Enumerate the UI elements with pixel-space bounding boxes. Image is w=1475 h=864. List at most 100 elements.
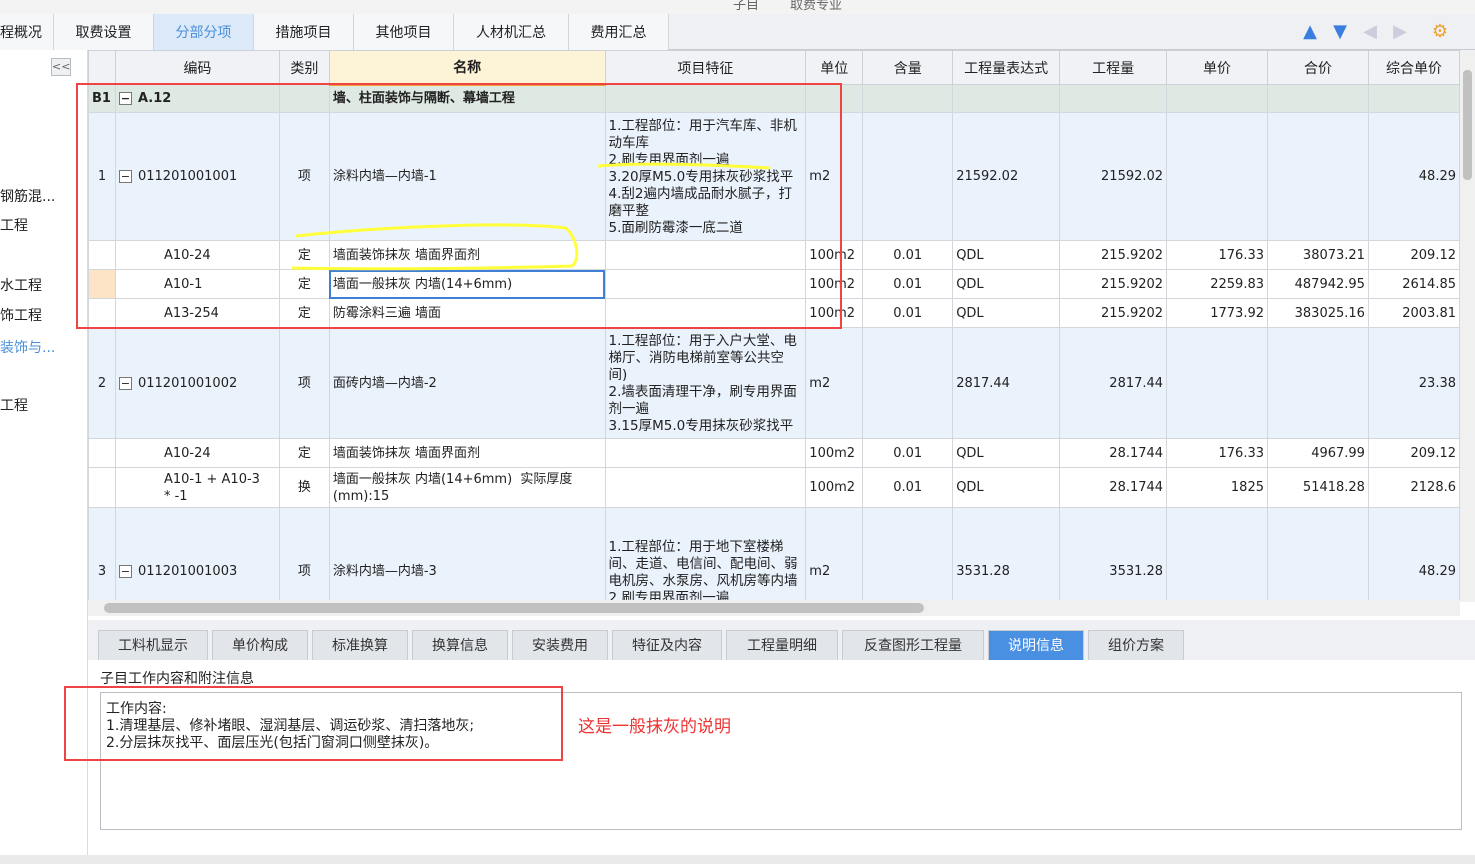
total-cell[interactable] <box>1267 112 1369 241</box>
table-row[interactable]: 3 −011201001003 项 涂料内墙—内墙-3 1.工程部位：用于地下室… <box>88 507 1460 602</box>
quantity-cell[interactable]: 215.9202 <box>1059 240 1168 270</box>
table-row[interactable]: A10-24 定 墙面装饰抹灰 墙面界面剂 100m2 0.01 QDL 28.… <box>88 438 1460 468</box>
name-cell[interactable]: 墙面一般抹灰 内墙(14+6mm) 实际厚度(mm):15 <box>328 467 606 508</box>
name-cell[interactable]: 涂料内墙—内墙-3 <box>328 507 606 602</box>
total-cell[interactable] <box>1267 327 1369 439</box>
type-cell[interactable]: 定 <box>278 240 330 270</box>
sidebar-item-water[interactable]: 水工程 <box>0 275 42 295</box>
tab-install-fees[interactable]: 安装费用 <box>512 630 608 660</box>
col-header-content[interactable]: 含量 <box>862 50 954 85</box>
type-cell[interactable]: 项 <box>278 507 330 602</box>
name-cell[interactable]: 防霉涂料三遍 墙面 <box>328 298 606 328</box>
sidebar-item-engineering[interactable]: 工程 <box>0 215 28 235</box>
unit-price-cell[interactable]: 2003.81 <box>1367 298 1460 328</box>
price-cell[interactable]: 1825 <box>1166 467 1268 508</box>
arrow-up-icon[interactable]: ▲ <box>1300 22 1320 42</box>
code-cell[interactable]: −011201001002 <box>114 327 280 439</box>
sidebar-item-decoration[interactable]: 饰工程 <box>0 305 42 325</box>
price-cell[interactable]: 1773.92 <box>1166 298 1268 328</box>
type-cell[interactable]: 项 <box>278 112 330 241</box>
row-selector[interactable] <box>88 269 116 299</box>
unit-price-cell[interactable]: 209.12 <box>1367 438 1460 468</box>
table-row-selected[interactable]: A10-1 定 墙面一般抹灰 内墙(14+6mm) 100m2 0.01 QDL… <box>88 269 1460 299</box>
unit-cell[interactable]: m2 <box>805 112 864 241</box>
quantity-cell[interactable]: 28.1744 <box>1059 467 1168 508</box>
unit-cell[interactable]: 100m2 <box>805 240 864 270</box>
type-cell[interactable]: 定 <box>278 269 330 299</box>
table-row[interactable]: A10-1 + A10-3 * -1 换 墙面一般抹灰 内墙(14+6mm) 实… <box>88 467 1460 508</box>
tab-measures[interactable]: 措施项目 <box>254 14 354 50</box>
section-code-cell[interactable]: − A.12 <box>114 84 280 113</box>
price-cell[interactable] <box>1166 327 1268 439</box>
unit-cell[interactable]: 100m2 <box>805 467 864 508</box>
price-cell[interactable] <box>1166 112 1268 241</box>
expression-cell[interactable]: QDL <box>952 298 1061 328</box>
horizontal-scroll-thumb[interactable] <box>104 603 924 613</box>
feature-cell[interactable]: 1.工程部位：用于汽车库、非机动车库 2.刷专用界面剂一遍 3.20厚M5.0专… <box>604 112 807 241</box>
total-cell[interactable]: 383025.16 <box>1267 298 1369 328</box>
code-cell[interactable]: −011201001003 <box>114 507 280 602</box>
section-row[interactable]: B1 − A.12 墙、柱面装饰与隔断、幕墙工程 <box>88 84 1460 113</box>
tab-standard-conversion[interactable]: 标准换算 <box>312 630 408 660</box>
tab-sub-items[interactable]: 分部分项 <box>154 14 254 50</box>
feature-cell[interactable] <box>604 298 807 328</box>
section-name[interactable]: 墙、柱面装饰与隔断、幕墙工程 <box>328 84 606 113</box>
feature-cell[interactable]: 1.工程部位：用于入户大堂、电梯厅、消防电梯前室等公共空间) 2.墙表面清理干净… <box>604 327 807 439</box>
table-row[interactable]: A10-24 定 墙面装饰抹灰 墙面界面剂 100m2 0.01 QDL 215… <box>88 240 1460 270</box>
col-header-index[interactable] <box>88 50 116 85</box>
name-cell[interactable]: 涂料内墙—内墙-1 <box>328 112 606 241</box>
vertical-scrollbar[interactable] <box>1460 50 1475 602</box>
expression-cell[interactable]: QDL <box>952 269 1061 299</box>
name-cell[interactable]: 墙面装饰抹灰 墙面界面剂 <box>328 438 606 468</box>
settings-icon[interactable]: ⚙ <box>1430 22 1450 42</box>
unit-price-cell[interactable]: 23.38 <box>1367 327 1460 439</box>
total-cell[interactable]: 38073.21 <box>1267 240 1369 270</box>
collapse-tree-icon[interactable]: − <box>118 170 132 183</box>
expression-cell[interactable]: 3531.28 <box>952 507 1061 602</box>
col-header-expression[interactable]: 工程量表达式 <box>952 50 1061 85</box>
feature-cell[interactable] <box>604 240 807 270</box>
table-row[interactable]: A13-254 定 防霉涂料三遍 墙面 100m2 0.01 QDL 215.9… <box>88 298 1460 328</box>
name-cell[interactable]: 墙面装饰抹灰 墙面界面剂 <box>328 240 606 270</box>
unit-cell[interactable]: m2 <box>805 327 864 439</box>
arrow-right-icon[interactable]: ▶ <box>1390 22 1410 42</box>
col-header-total[interactable]: 合价 <box>1267 50 1369 85</box>
quantity-cell[interactable]: 28.1744 <box>1059 438 1168 468</box>
feature-cell[interactable] <box>604 438 807 468</box>
price-cell[interactable]: 176.33 <box>1166 240 1268 270</box>
col-header-unit-price[interactable]: 综合单价 <box>1367 50 1460 85</box>
tab-resource-summary[interactable]: 人材机汇总 <box>454 14 569 50</box>
expression-cell[interactable]: QDL <box>952 467 1061 508</box>
vertical-scroll-thumb[interactable] <box>1463 70 1472 180</box>
col-header-price[interactable]: 单价 <box>1166 50 1268 85</box>
col-header-unit[interactable]: 单位 <box>805 50 864 85</box>
collapse-tree-icon[interactable]: − <box>118 376 132 390</box>
arrow-left-icon[interactable]: ◀ <box>1360 22 1380 42</box>
code-cell[interactable]: A10-24 <box>114 240 280 270</box>
unit-price-cell[interactable]: 2614.85 <box>1367 269 1460 299</box>
col-header-feature[interactable]: 项目特征 <box>604 50 807 85</box>
unit-cell[interactable]: 100m2 <box>805 438 864 468</box>
tab-features-content[interactable]: 特征及内容 <box>612 630 722 660</box>
feature-cell[interactable]: 1.工程部位：用于地下室楼梯间、走道、电信间、配电间、弱电机房、水泵房、风机房等… <box>604 507 807 602</box>
tab-other-items[interactable]: 其他项目 <box>354 14 454 50</box>
code-cell[interactable]: −011201001001 <box>114 112 280 241</box>
tab-overview[interactable]: 程概况 <box>0 14 54 50</box>
quantity-cell[interactable]: 3531.28 <box>1059 507 1168 602</box>
total-cell[interactable]: 51418.28 <box>1267 467 1369 508</box>
content-cell[interactable] <box>862 112 954 241</box>
type-cell[interactable]: 定 <box>278 438 330 468</box>
unit-price-cell[interactable]: 48.29 <box>1367 112 1460 241</box>
quantity-cell[interactable]: 21592.02 <box>1059 112 1168 241</box>
horizontal-scrollbar[interactable] <box>88 600 1460 616</box>
code-cell[interactable]: A10-1 + A10-3 * -1 <box>114 467 280 508</box>
content-cell[interactable]: 0.01 <box>862 269 954 299</box>
collapse-sidebar-button[interactable]: << <box>51 58 71 76</box>
tab-unit-price-composition[interactable]: 单价构成 <box>212 630 308 660</box>
sidebar-item-engineering-2[interactable]: 工程 <box>0 395 28 415</box>
col-header-type[interactable]: 类别 <box>278 50 330 85</box>
type-cell[interactable]: 换 <box>278 467 330 508</box>
content-cell[interactable]: 0.01 <box>862 298 954 328</box>
quantity-cell[interactable]: 215.9202 <box>1059 298 1168 328</box>
content-cell[interactable]: 0.01 <box>862 438 954 468</box>
